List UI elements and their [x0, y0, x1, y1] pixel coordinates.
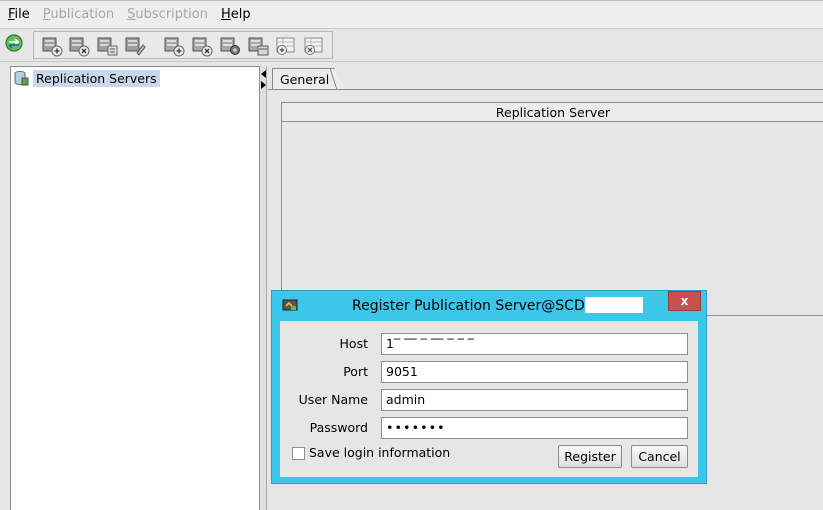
refresh-button[interactable] [2, 32, 26, 54]
close-button[interactable]: x [668, 291, 701, 311]
subscription-settings-button[interactable] [218, 35, 242, 57]
save-login-checkbox[interactable] [292, 447, 305, 460]
port-field[interactable]: 9051 [381, 361, 688, 383]
replication-server-icon [14, 71, 29, 86]
remove-subscription-button[interactable] [302, 35, 326, 57]
add-subscription-server-icon [164, 37, 185, 57]
host-label: Host [339, 336, 368, 351]
menu-help[interactable]: Help [216, 7, 256, 22]
java-app-icon [282, 299, 298, 311]
save-login-label: Save login information [309, 445, 451, 460]
cancel-button[interactable]: Cancel [631, 445, 688, 468]
toolbar [0, 28, 823, 62]
menu-bar: File Publication Subscription Help [0, 0, 823, 28]
tree-panel: Replication Servers [10, 66, 260, 510]
remove-subscription-icon [304, 37, 323, 55]
menu-publication[interactable]: Publication [38, 7, 119, 22]
add-publication-server-icon [42, 37, 63, 57]
subscription-schedule-icon [248, 37, 269, 56]
subscription-schedule-button[interactable] [246, 35, 270, 57]
menu-file[interactable]: File [3, 7, 35, 22]
publication-sync-icon [125, 37, 146, 56]
tab-edge [330, 68, 338, 90]
remove-publication-server-button[interactable] [67, 35, 91, 57]
add-publication-server-button[interactable] [40, 35, 64, 57]
dialog-title: Register Publication Server@SCD [352, 297, 643, 314]
user-name-field[interactable]: admin [381, 389, 688, 411]
publication-properties-button[interactable] [95, 35, 119, 57]
menu-subscription[interactable]: Subscription [122, 7, 213, 22]
collapse-left-arrow-icon[interactable] [261, 70, 266, 78]
add-subscription-icon [276, 37, 295, 55]
password-label: Password [309, 420, 368, 435]
add-subscription-button[interactable] [274, 35, 298, 57]
refresh-icon [5, 34, 23, 52]
redacted-box [584, 297, 643, 313]
dialog-titlebar[interactable]: Register Publication Server@SCD x [272, 291, 706, 319]
split-pane-divider[interactable] [260, 66, 267, 510]
remove-subscription-server-button[interactable] [190, 35, 214, 57]
subscription-settings-icon [220, 37, 240, 55]
toolbar-group [33, 31, 333, 59]
dialog-body: Host 1‾ ‾‾ ‾ ‾‾ ‾ ‾ ‾ Port 9051 User Nam… [280, 321, 698, 477]
user-name-label: User Name [298, 392, 368, 407]
tree-node-replication-servers[interactable]: Replication Servers [13, 69, 160, 87]
replication-server-header: Replication Server [282, 103, 823, 122]
remove-publication-server-icon [69, 37, 90, 57]
tree-node-label: Replication Servers [33, 69, 160, 87]
register-button[interactable]: Register [558, 445, 622, 468]
tab-strip: General [268, 66, 823, 90]
add-subscription-server-button[interactable] [162, 35, 186, 57]
replication-server-panel: Replication Server [281, 102, 823, 316]
host-field[interactable]: 1‾ ‾‾ ‾ ‾‾ ‾ ‾ ‾ [381, 333, 688, 355]
publication-sync-button[interactable] [123, 35, 147, 57]
port-label: Port [343, 364, 368, 379]
publication-properties-icon [97, 37, 118, 56]
register-publication-server-dialog: Register Publication Server@SCD x Host 1… [271, 290, 707, 484]
password-field[interactable]: ••••••• [381, 417, 688, 439]
tab-baseline [268, 89, 823, 90]
collapse-right-arrow-icon[interactable] [261, 81, 266, 89]
remove-subscription-server-icon [192, 37, 213, 57]
